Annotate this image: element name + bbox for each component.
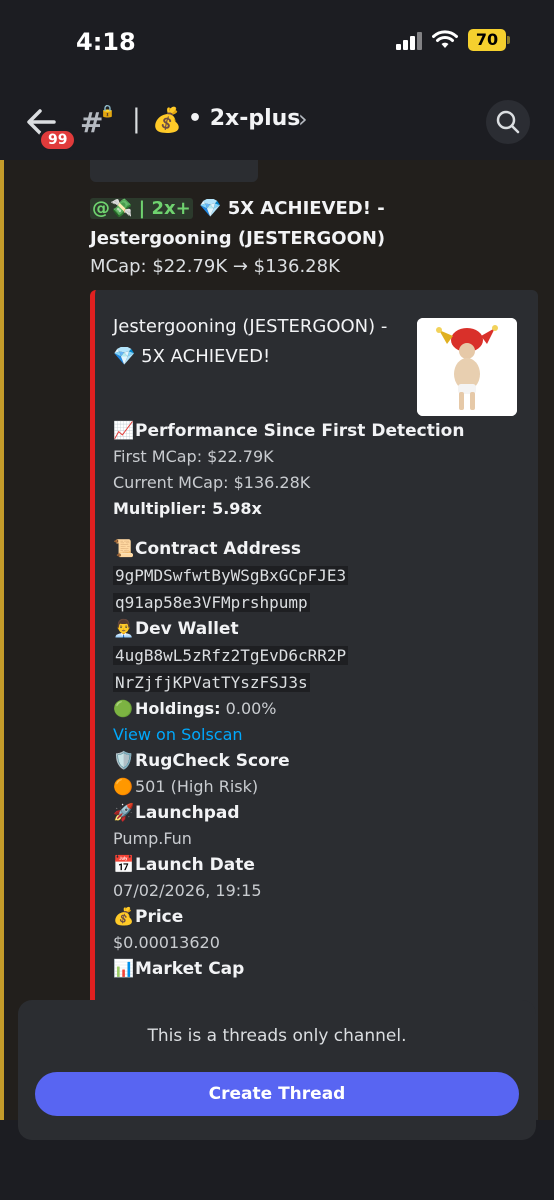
money-bag-icon: 💰 <box>152 106 182 134</box>
performance-heading: 📈Performance Since First Detection <box>113 418 523 444</box>
chart-up-icon: 📈 <box>113 421 135 441</box>
lock-icon: 🔒 <box>100 104 115 118</box>
contract-heading: 📜Contract Address <box>113 536 523 562</box>
message-mcap: MCap: $22.79K → $136.28K <box>90 256 340 277</box>
create-thread-button[interactable]: Create Thread <box>35 1072 519 1116</box>
jester-image <box>417 318 517 416</box>
green-circle-icon: 🟢 <box>113 699 133 718</box>
threads-only-panel: This is a threads only channel. Create T… <box>18 1000 536 1140</box>
contract-address[interactable]: 9gPMDSwfwtByWSgBxGCpFJE3 q91ap58e3VFMprsh… <box>113 562 523 616</box>
office-worker-icon: 👨‍💼 <box>113 619 135 639</box>
money-bag-icon: 💰 <box>113 907 135 927</box>
wifi-icon <box>432 30 458 48</box>
embed-fields: 📈Performance Since First Detection First… <box>113 418 523 982</box>
chevron-right-icon[interactable]: › <box>298 105 308 133</box>
solscan-link[interactable]: View on Solscan <box>113 722 523 748</box>
bar-chart-icon: 📊 <box>113 959 135 979</box>
role-mention[interactable]: @💸 | 2x+ <box>90 198 193 219</box>
dev-wallet-heading: 👨‍💼Dev Wallet <box>113 616 523 642</box>
highlight-bar <box>0 160 4 1120</box>
rugcheck-heading: 🛡️RugCheck Score <box>113 748 523 774</box>
current-mcap: Current MCap: $136.28K <box>113 473 311 492</box>
message-list[interactable]: @💸 | 2x+ 💎 5X ACHIEVED! - Jestergooning … <box>0 160 554 1120</box>
clock: 4:18 <box>76 28 136 56</box>
search-icon <box>496 110 520 134</box>
channel-header: 99 # 🔒 | 💰 • 2x-plus › <box>0 88 554 160</box>
dev-wallet-address[interactable]: 4ugB8wL5zRfz2TgEvD6cRR2P NrZjfjKPVatTYszF… <box>113 642 523 696</box>
launchpad-value: Pump.Fun <box>113 829 192 848</box>
rocket-icon: 🚀 <box>113 803 135 823</box>
previous-embed-tail <box>90 160 258 182</box>
battery-indicator: 70 <box>468 29 510 51</box>
search-button[interactable] <box>486 100 530 144</box>
launch-date-heading: 📅Launch Date <box>113 852 523 878</box>
message-title: @💸 | 2x+ 💎 5X ACHIEVED! - Jestergooning … <box>90 194 530 254</box>
first-mcap: First MCap: $22.79K <box>113 447 274 466</box>
embed-title: Jestergooning (JESTERGOON) - 💎 5X ACHIEV… <box>113 316 388 367</box>
orange-circle-icon: 🟠 <box>113 777 133 796</box>
multiplier: Multiplier: 5.98x <box>113 499 262 518</box>
price-heading: 💰Price <box>113 904 523 930</box>
market-cap-heading: 📊Market Cap <box>113 956 523 982</box>
threads-channel-icon: # 🔒 <box>80 104 115 139</box>
launchpad-heading: 🚀Launchpad <box>113 800 523 826</box>
price-value: $0.00013620 <box>113 933 220 952</box>
shield-icon: 🛡️ <box>113 751 135 771</box>
scroll-icon: 📜 <box>113 539 135 559</box>
bottom-bar <box>0 1140 554 1200</box>
cellular-signal-icon <box>396 32 426 50</box>
unread-badge: 99 <box>38 128 78 152</box>
launch-date-value: 07/02/2026, 19:15 <box>113 881 262 900</box>
channel-name[interactable]: • 2x-plus <box>188 106 300 131</box>
status-bar: 4:18 70 <box>0 0 554 88</box>
rugcheck-score: 🟠 501 (High Risk) <box>113 774 523 800</box>
token-thumbnail[interactable] <box>417 318 517 416</box>
holdings: 🟢 Holdings: 0.00% <box>113 696 523 722</box>
threads-only-notice: This is a threads only channel. <box>147 1026 407 1046</box>
calendar-icon: 📅 <box>113 855 135 875</box>
header-separator: | <box>132 104 141 134</box>
alert-embed: Jestergooning (JESTERGOON) - 💎 5X ACHIEV… <box>90 290 538 1120</box>
